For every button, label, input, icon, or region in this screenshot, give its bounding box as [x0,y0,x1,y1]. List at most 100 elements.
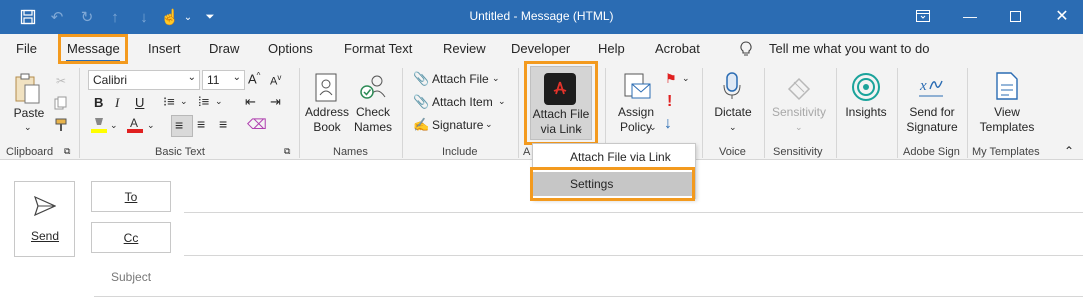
dictate-button[interactable]: Dictate [707,105,759,120]
close-icon[interactable]: ✕ [1050,5,1074,27]
send-for-signature-label-2[interactable]: Signature [903,120,961,135]
view-templates-label-1[interactable]: View [976,105,1038,120]
tab-options[interactable]: Options [268,41,313,56]
address-book-label-2[interactable]: Book [303,120,351,135]
font-color-icon[interactable]: A [127,116,143,134]
title-bar: ↶ ↻ ↑ ↓ ☝ ⌄ ⏷ Untitled - Message (HTML) … [0,0,1083,34]
check-names-icon[interactable] [358,72,388,104]
sensitivity-icon[interactable] [784,72,814,102]
high-importance-icon[interactable]: ! [667,93,672,111]
chevron-down-icon[interactable]: ⌄ [682,73,690,84]
align-left-button[interactable]: ≡ [171,115,193,137]
insights-icon[interactable] [849,71,883,103]
highlight-attach-via-link [524,61,598,145]
dialog-launcher-icon[interactable]: ⧉ [64,146,70,157]
tab-insert[interactable]: Insert [148,41,181,56]
check-names-label-2[interactable]: Names [350,120,396,135]
tab-acrobat[interactable]: Acrobat [655,41,700,56]
chevron-down-icon[interactable]: ⌄ [110,120,118,131]
dialog-launcher-icon[interactable]: ⧉ [284,146,290,157]
chevron-down-icon[interactable]: ⌄ [180,96,188,107]
group-label-voice: Voice [719,146,746,158]
view-templates-icon[interactable] [992,70,1022,102]
check-names-label-1[interactable]: Check [350,105,396,120]
group-separator [836,68,837,158]
decrease-indent-icon[interactable]: ⇤ [245,94,256,110]
ribbon-tabs: File Message Insert Draw Options Format … [0,34,1083,64]
group-separator [967,68,968,158]
view-templates-label-2[interactable]: Templates [976,120,1038,135]
collapse-ribbon-icon[interactable]: ⌃ [1064,144,1074,158]
paste-button[interactable]: Paste [12,106,46,121]
subject-field-line[interactable] [94,296,1083,297]
numbering-icon[interactable]: ⁞≡ [198,94,209,109]
cut-icon[interactable]: ✂ [53,73,69,89]
copy-icon[interactable] [53,95,69,111]
chevron-down-icon: ⌄ [232,72,241,83]
underline-icon[interactable]: U [135,95,144,110]
font-size-combo[interactable]: 11 ⌄ [202,70,245,90]
highlight-message-tab [58,34,128,64]
ribbon-display-icon[interactable] [911,5,935,27]
cc-field-line[interactable] [184,255,1083,256]
to-field-line[interactable] [184,212,1083,213]
svg-text:x: x [919,78,927,94]
tell-me-search[interactable]: Tell me what you want to do [769,41,929,56]
chevron-down-icon[interactable]: ⌄ [729,122,737,133]
tab-help[interactable]: Help [598,41,625,56]
chevron-down-icon[interactable]: ⌄ [215,96,223,107]
send-for-signature-label-1[interactable]: Send for [903,105,961,120]
tab-draw[interactable]: Draw [209,41,239,56]
tab-review[interactable]: Review [443,41,486,56]
to-button[interactable]: To [91,181,171,212]
paperclip-icon[interactable]: 📎 [413,71,429,87]
bold-icon[interactable]: B [94,95,103,110]
chevron-down-icon[interactable]: ⌄ [485,119,493,130]
to-label: To [124,190,138,204]
send-button[interactable]: Send [14,181,75,257]
low-importance-icon[interactable]: ↓ [664,115,672,133]
highlight-settings [530,167,695,201]
group-separator [79,68,80,158]
address-book-label-1[interactable]: Address [303,105,351,120]
chevron-down-icon[interactable]: ⌄ [649,122,657,133]
assign-policy-icon[interactable] [622,72,652,102]
minimize-icon[interactable]: — [958,5,982,27]
align-center-icon[interactable]: ≡ [197,116,205,132]
chevron-down-icon[interactable]: ⌄ [492,73,500,84]
chevron-down-icon[interactable]: ⌄ [24,122,32,133]
format-painter-icon[interactable] [53,117,69,133]
menu-item-attach-file-via-link[interactable]: Attach File via Link [533,145,695,169]
maximize-icon[interactable] [1003,5,1027,27]
attach-item-button[interactable]: Attach Item [432,95,493,109]
highlight-color-icon[interactable] [91,116,107,134]
chevron-down-icon[interactable]: ⌄ [147,120,155,131]
assign-policy-label-1[interactable]: Assign [610,105,662,120]
clear-formatting-icon[interactable]: ⌫ [247,116,267,133]
address-book-icon[interactable] [312,72,342,104]
microphone-icon[interactable] [720,70,744,102]
attach-file-button[interactable]: Attach File [432,72,489,86]
tab-format-text[interactable]: Format Text [344,41,412,56]
chevron-down-icon[interactable]: ⌄ [795,122,803,133]
italic-icon[interactable]: I [115,95,119,111]
cc-button[interactable]: Cc [91,222,171,253]
signature-button[interactable]: Signature [432,118,483,132]
adobe-sign-icon[interactable]: x [916,72,946,102]
font-name-combo[interactable]: Calibri ⌄ [88,70,200,90]
shrink-font-icon[interactable]: Av [270,73,281,88]
grow-font-icon[interactable]: A^ [248,71,260,86]
sensitivity-button[interactable]: Sensitivity [768,105,830,120]
paste-icon[interactable] [10,72,46,106]
insights-button[interactable]: Insights [842,105,890,120]
flag-icon[interactable]: ⚑ [665,71,677,87]
tab-file[interactable]: File [16,41,37,56]
tab-developer[interactable]: Developer [511,41,570,56]
attach-item-icon[interactable]: 📎 [413,94,429,110]
align-right-icon[interactable]: ≡ [219,116,227,132]
increase-indent-icon[interactable]: ⇥ [270,94,281,110]
bullets-icon[interactable]: ⁝≡ [163,94,175,110]
group-separator [518,68,519,158]
signature-icon[interactable]: ✍ [413,117,429,133]
chevron-down-icon[interactable]: ⌄ [498,96,506,107]
